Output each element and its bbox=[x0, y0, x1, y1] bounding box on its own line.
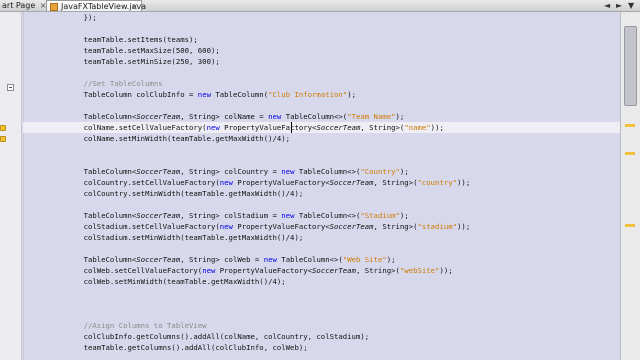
code-line[interactable]: }); bbox=[66, 12, 97, 23]
code-line[interactable]: TableColumn<SoccerTeam, String> colWeb =… bbox=[66, 254, 396, 265]
tab-navigation: ◄ ► ▼ bbox=[600, 0, 640, 11]
code-line[interactable]: teamTable.setItems(teams); bbox=[66, 34, 198, 45]
code-editor[interactable]: }); teamTable.setItems(teams); teamTable… bbox=[23, 12, 620, 360]
java-file-icon bbox=[50, 3, 58, 11]
warning-icon[interactable] bbox=[0, 125, 6, 131]
editor-gutter bbox=[0, 12, 22, 360]
scroll-tabs-left-icon[interactable]: ◄ bbox=[604, 0, 610, 11]
code-line[interactable]: TableColumn colClubInfo = new TableColum… bbox=[66, 89, 356, 100]
code-line[interactable]: TableColumn<SoccerTeam, String> colStadi… bbox=[66, 210, 409, 221]
code-line[interactable]: colCountry.setMinWidth(teamTable.getMaxW… bbox=[66, 188, 304, 199]
tab-javafxtableview[interactable]: JavaFXTableView.java × bbox=[46, 0, 146, 11]
code-line[interactable]: colStadium.setCellValueFactory(new Prope… bbox=[66, 221, 471, 232]
code-line[interactable]: colName.setCellValueFactory(new Property… bbox=[66, 122, 444, 133]
code-line[interactable]: teamTable.getColumns().addAll(colClubInf… bbox=[66, 342, 308, 353]
error-stripe-marker[interactable] bbox=[625, 124, 635, 127]
text-cursor bbox=[291, 122, 292, 133]
close-icon[interactable]: × bbox=[131, 1, 138, 11]
code-line[interactable]: colCountry.setCellValueFactory(new Prope… bbox=[66, 177, 471, 188]
code-line[interactable]: colClubInfo.getColumns().addAll(colName,… bbox=[66, 331, 370, 342]
code-line[interactable]: colName.setMinWidth(teamTable.getMaxWidt… bbox=[66, 133, 291, 144]
fold-toggle-icon[interactable] bbox=[7, 84, 14, 91]
code-line[interactable]: TableColumn<SoccerTeam, String> colName … bbox=[66, 111, 405, 122]
scroll-tabs-right-icon[interactable]: ► bbox=[616, 0, 622, 11]
error-stripe-marker[interactable] bbox=[625, 224, 635, 227]
error-stripe-marker[interactable] bbox=[625, 152, 635, 155]
editor-margin bbox=[23, 12, 24, 360]
code-line[interactable]: colStadium.setMinWidth(teamTable.getMaxW… bbox=[66, 232, 304, 243]
tab-start-page[interactable]: art Page × bbox=[0, 0, 47, 11]
editor-tab-bar: art Page × JavaFXTableView.java × ◄ ► ▼ bbox=[0, 0, 640, 12]
scrollbar-thumb[interactable] bbox=[624, 26, 637, 106]
tab-start-page-label: art Page bbox=[2, 1, 36, 10]
warning-icon[interactable] bbox=[0, 136, 6, 142]
tab-list-menu-icon[interactable]: ▼ bbox=[628, 0, 634, 11]
code-line[interactable]: TableColumn<SoccerTeam, String> colCount… bbox=[66, 166, 409, 177]
code-line[interactable]: teamTable.setMaxSize(500, 600); bbox=[66, 45, 220, 56]
editor-scrollbar[interactable] bbox=[620, 12, 640, 360]
code-line[interactable]: colWeb.setMinWidth(teamTable.getMaxWidth… bbox=[66, 276, 286, 287]
code-line[interactable]: teamTable.setMinSize(250, 300); bbox=[66, 56, 220, 67]
code-line[interactable]: //Set TableColumns bbox=[66, 78, 163, 89]
code-line[interactable]: colWeb.setCellValueFactory(new PropertyV… bbox=[66, 265, 453, 276]
code-line[interactable]: //Asign Columns to TableView bbox=[66, 320, 207, 331]
